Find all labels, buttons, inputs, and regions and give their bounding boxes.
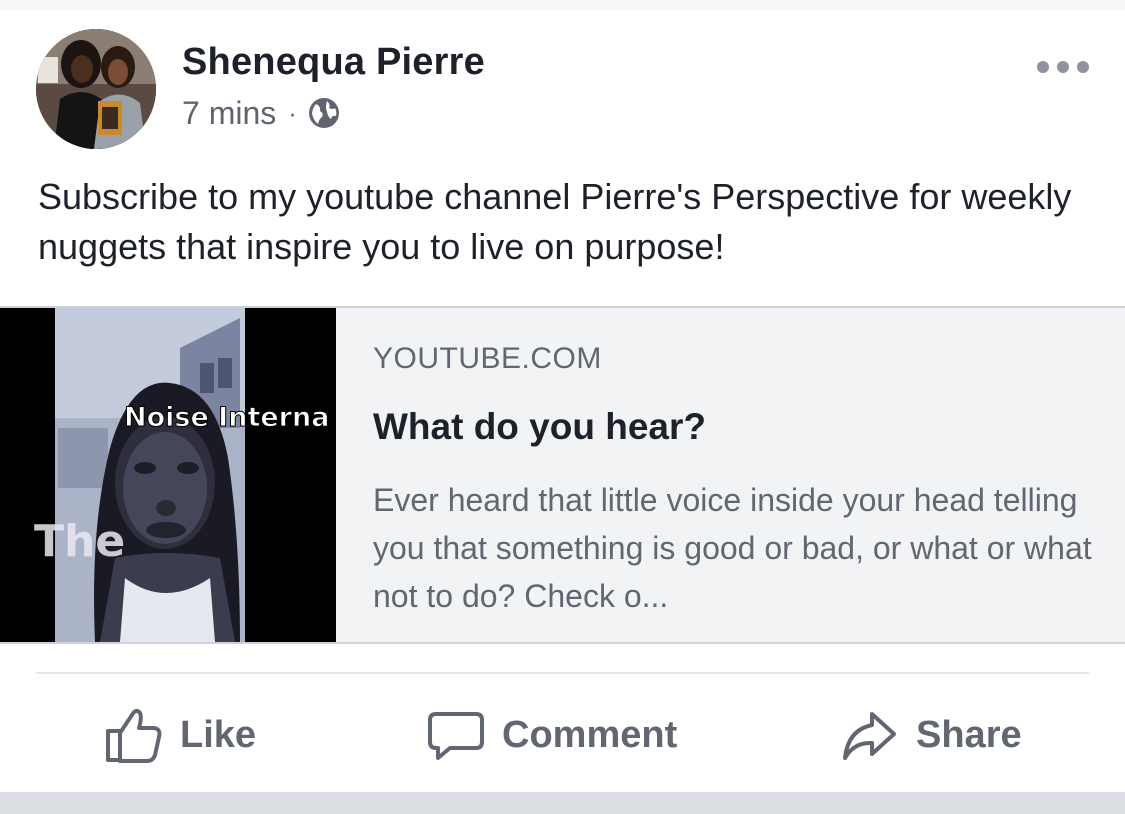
like-button[interactable]: Like [104,700,256,770]
meta-separator: · [288,97,297,128]
more-dot [1037,61,1049,73]
video-thumbnail[interactable]: Noise Interna The [0,308,336,642]
thumbnail-overlay-text: Noise Interna [124,402,329,433]
like-label: Like [180,713,257,756]
top-strip [0,0,1125,10]
share-arrow-icon [843,712,896,760]
share-button[interactable]: Share [840,700,1022,770]
link-description: Ever heard that little voice inside your… [373,482,1092,614]
link-preview-card[interactable]: Noise Interna The YOUTUBE.COM What do yo… [0,306,1125,644]
post-actions-bar: Like Comment Share [0,700,1125,770]
share-label: Share [916,713,1022,756]
more-dot [1057,61,1069,73]
link-domain: YOUTUBE.COM [373,342,602,375]
avatar-photo [36,29,156,149]
post-timestamp[interactable]: 7 mins [182,95,276,132]
post-meta: 7 mins · [182,93,341,133]
comment-label: Comment [502,713,678,756]
comment-bubble-icon [428,712,484,760]
more-dot [1077,61,1089,73]
more-options-icon[interactable] [1037,55,1089,79]
post-text: Subscribe to my youtube channel Pierre's… [38,176,1072,267]
thumbnail-image: Noise Interna The [0,308,336,642]
globe-icon [308,98,339,128]
link-title[interactable]: What do you hear? [373,406,706,448]
actions-divider [36,672,1089,674]
thumbs-up-icon [106,708,162,763]
comment-button[interactable]: Comment [426,700,677,770]
author-avatar[interactable] [36,29,156,149]
thumbnail-overlay-text-2: The [34,516,125,567]
author-name[interactable]: Shenequa Pierre [182,40,485,84]
feed-separator [0,792,1125,814]
